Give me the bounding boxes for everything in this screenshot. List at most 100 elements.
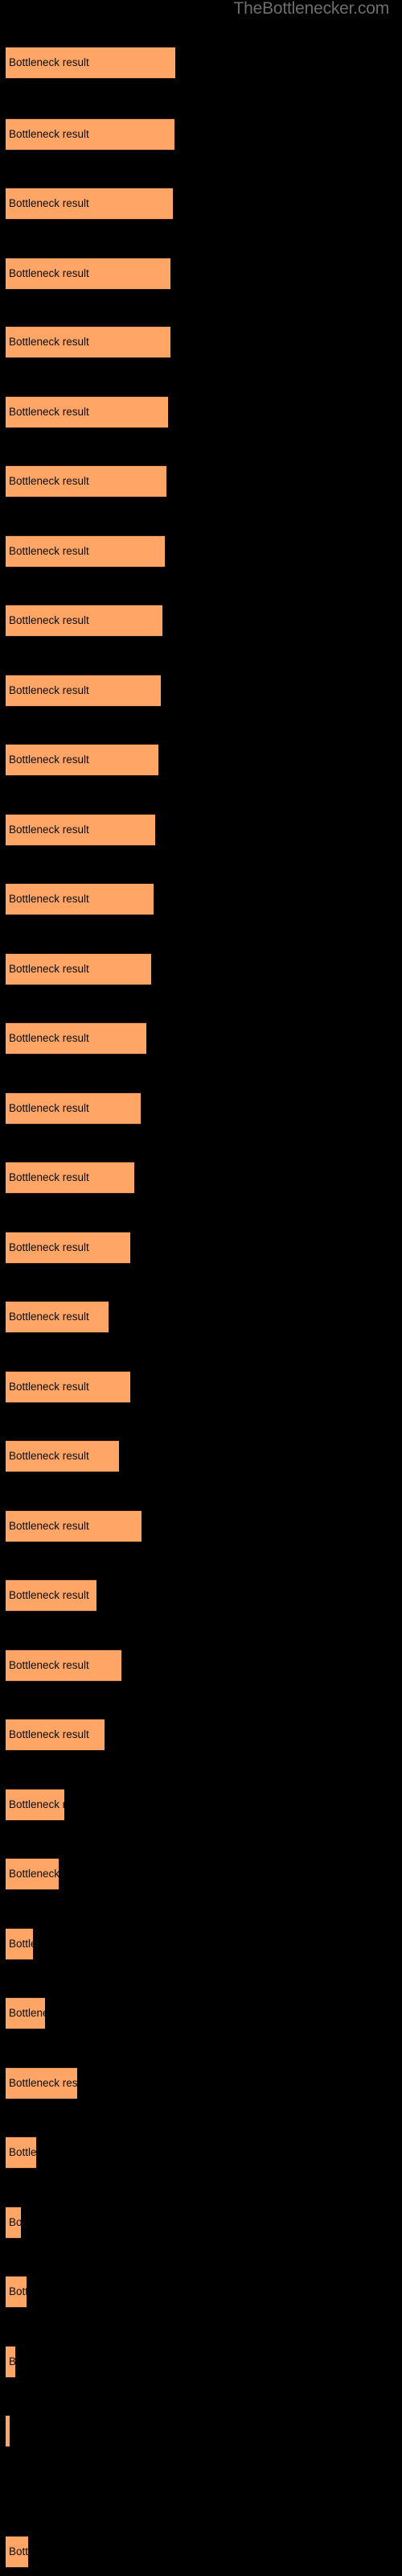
bar-label: Bottleneck result <box>9 1241 89 1253</box>
bar-row: Bottleneck result <box>0 744 402 776</box>
bar-label: Bottleneck result <box>9 406 89 418</box>
bar-label: Bottleneck result <box>9 1659 89 1671</box>
bar[interactable]: Bottleneck result <box>6 1789 64 1821</box>
bar-label: Bottleneck result <box>9 197 89 209</box>
bar-label: Bottleneck result <box>9 684 89 696</box>
bar[interactable]: Bottleneck result <box>6 883 154 915</box>
bar-label: Bottleneck result <box>9 1868 59 1880</box>
bar-label: Bottleneck result <box>9 2425 10 2438</box>
bar[interactable]: Bottleneck result <box>6 1371 130 1403</box>
bar[interactable]: Bottleneck result <box>6 118 174 151</box>
bar-row: Bottleneck result <box>0 2207 402 2239</box>
bar[interactable]: Bottleneck result <box>6 1858 59 1890</box>
bar[interactable]: Bottleneck result <box>6 605 162 637</box>
bar[interactable]: Bottleneck result <box>6 2207 21 2239</box>
bar-row: Bottleneck result <box>0 188 402 220</box>
bar-label: Bottleneck result <box>9 2007 45 2019</box>
bar[interactable]: Bottleneck result <box>6 326 170 358</box>
bar-row: Bottleneck result <box>0 1092 402 1125</box>
bar-row: Bottleneck result <box>0 1022 402 1055</box>
bar-row: Bottleneck result <box>0 1858 402 1890</box>
bar-row: Bottleneck result <box>0 1928 402 1960</box>
bar-label: Bottleneck result <box>9 1171 89 1183</box>
bar-row: Bottleneck result <box>0 1789 402 1821</box>
bar-row: Bottleneck result <box>0 1162 402 1194</box>
bar-row: Bottleneck result <box>0 2067 402 2099</box>
bar-label: Bottleneck result <box>9 2077 77 2089</box>
bar-row: Bottleneck result <box>0 2276 402 2308</box>
bar[interactable]: Bottleneck result <box>6 1510 142 1542</box>
bar-label: Bottleneck result <box>9 2146 36 2158</box>
bar-label: Bottleneck result <box>9 336 89 348</box>
bar[interactable]: Bottleneck result <box>6 814 155 846</box>
bar-label: Bottleneck result <box>9 1520 89 1532</box>
bar-label: Bottleneck result <box>9 893 89 905</box>
bar[interactable]: Bottleneck result <box>6 1440 119 1472</box>
bar[interactable]: Bottleneck result <box>6 2536 28 2568</box>
bar-row: Bottleneck result <box>0 1301 402 1333</box>
bar[interactable]: Bottleneck result <box>6 258 170 290</box>
bar-label: Bottleneck result <box>9 1798 64 1810</box>
bar[interactable]: Bottleneck result <box>6 1162 134 1194</box>
bar-row: Bottleneck result <box>0 2415 402 2447</box>
bar-row: Bottleneck result <box>0 1510 402 1542</box>
bar[interactable]: Bottleneck result <box>6 465 166 497</box>
bar-label: Bottleneck result <box>9 963 89 975</box>
bar[interactable]: Bottleneck result <box>6 1997 45 2029</box>
bar-row: Bottleneck result <box>0 258 402 290</box>
bar[interactable]: Bottleneck result <box>6 188 173 220</box>
bar[interactable]: Bottleneck result <box>6 953 151 985</box>
bar[interactable]: Bottleneck result <box>6 1579 96 1612</box>
bar-row: Bottleneck result <box>0 1232 402 1264</box>
bar-row: Bottleneck result <box>0 1579 402 1612</box>
bar[interactable]: Bottleneck result <box>6 1928 33 1960</box>
bar-row: Bottleneck result <box>0 675 402 707</box>
bar-label: Bottleneck result <box>9 1102 89 1114</box>
bar[interactable]: Bottleneck result <box>6 1232 130 1264</box>
bar[interactable]: Bottleneck result <box>6 1022 146 1055</box>
bar-row: Bottleneck result <box>0 1719 402 1751</box>
bar[interactable]: Bottleneck result <box>6 2415 10 2447</box>
bar-row: Bottleneck result <box>0 465 402 497</box>
bar[interactable]: Bottleneck result <box>6 535 165 568</box>
bar[interactable]: Bottleneck result <box>6 47 175 79</box>
bar-label: Bottleneck result <box>9 56 89 68</box>
bar-label: Bottleneck result <box>9 267 89 279</box>
bar-label: Bottleneck result <box>9 475 89 487</box>
bar-label: Bottleneck result <box>9 2545 28 2557</box>
bar[interactable]: Bottleneck result <box>6 675 161 707</box>
bar-row: Bottleneck result <box>0 535 402 568</box>
bar-row: Bottleneck result <box>0 2136 402 2169</box>
bar[interactable]: Bottleneck result <box>6 1301 109 1333</box>
bar-row: Bottleneck result <box>0 47 402 79</box>
bar-label: Bottleneck result <box>9 753 89 766</box>
bar-chart: TheBottlenecker.com Bottleneck result Bot… <box>0 0 402 2576</box>
bar-row: Bottleneck result <box>0 1649 402 1682</box>
bar-label: Bottleneck result <box>9 1032 89 1044</box>
bar-label: Bottleneck result <box>9 1381 89 1393</box>
bar[interactable]: Bottleneck result <box>6 1719 105 1751</box>
bar-label: Bottleneck result <box>9 2355 15 2368</box>
bar-row: Bottleneck result <box>0 1371 402 1403</box>
bar-label: Bottleneck result <box>9 1311 89 1323</box>
bar-row: Bottleneck result <box>0 1997 402 2029</box>
bar-row: Bottleneck result <box>0 953 402 985</box>
bar[interactable]: Bottleneck result <box>6 1649 121 1682</box>
bar[interactable]: Bottleneck result <box>6 2276 27 2308</box>
bar[interactable]: Bottleneck result <box>6 396 168 428</box>
bar-row: Bottleneck result <box>0 2536 402 2568</box>
bar-label: Bottleneck result <box>9 824 89 836</box>
bars-container: Bottleneck result Bottleneck result Bottle… <box>0 0 402 2576</box>
bar-label: Bottleneck result <box>9 2285 27 2297</box>
bar[interactable]: Bottleneck result <box>6 2067 77 2099</box>
bar[interactable]: Bottleneck result <box>6 2346 15 2378</box>
bar[interactable]: Bottleneck result <box>6 2136 36 2169</box>
bar[interactable]: Bottleneck result <box>6 744 158 776</box>
bar-label: Bottleneck result <box>9 1450 89 1462</box>
bar-label: Bottleneck result <box>9 614 89 626</box>
bar-label: Bottleneck result <box>9 2216 21 2228</box>
bar-label: Bottleneck result <box>9 1589 89 1601</box>
bar-row: Bottleneck result <box>0 605 402 637</box>
bar-label: Bottleneck result <box>9 1728 89 1740</box>
bar[interactable]: Bottleneck result <box>6 1092 141 1125</box>
